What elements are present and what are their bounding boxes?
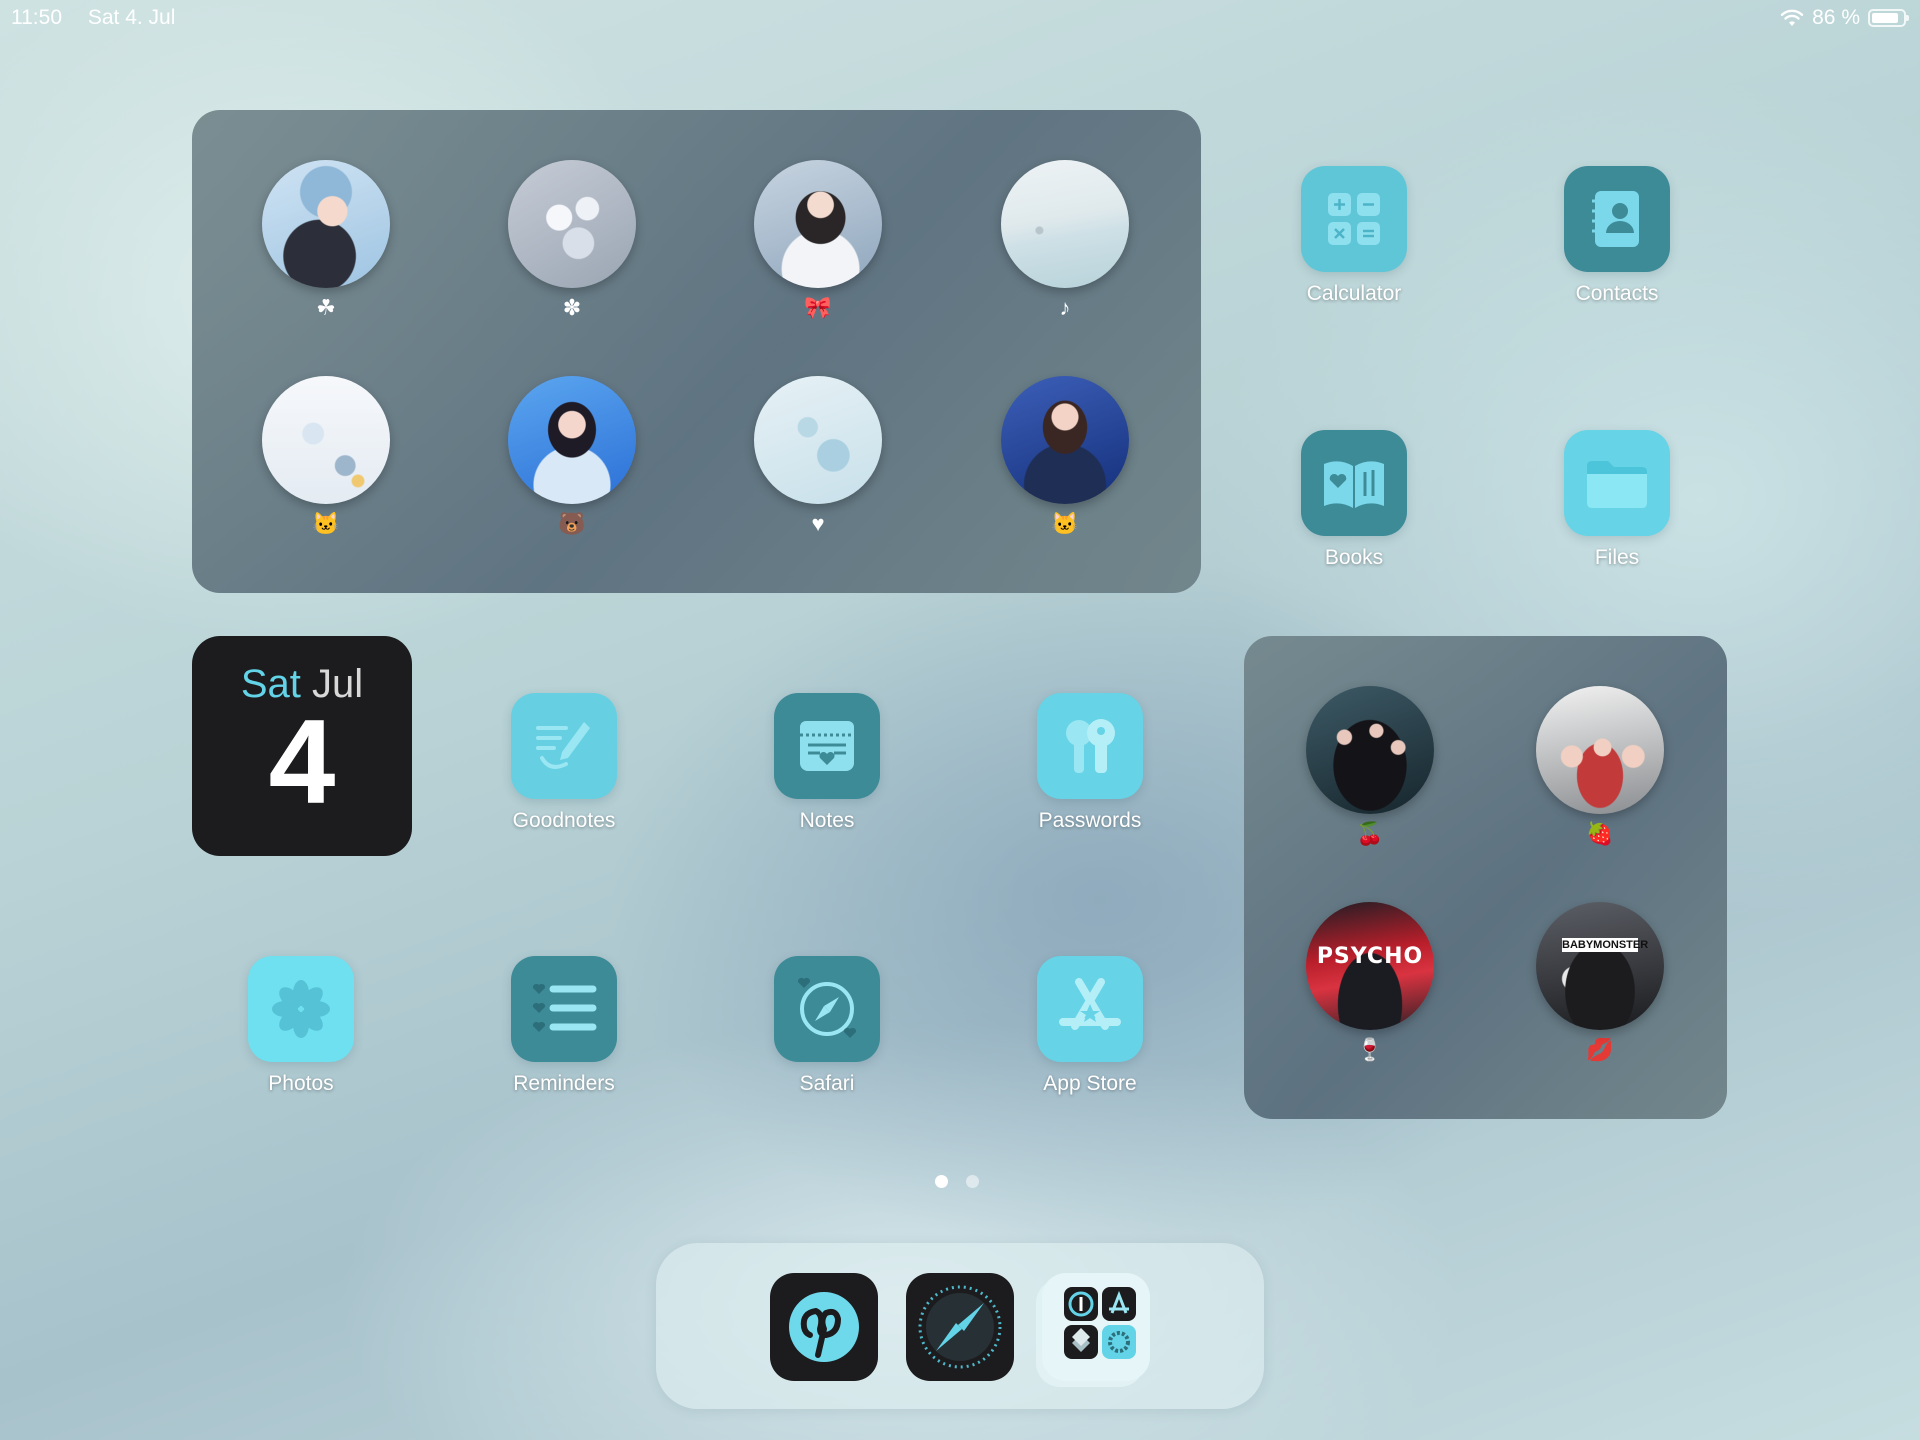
key-icon [1037,693,1143,799]
photo-caption-emoji: 🐱 [312,511,340,536]
app-contacts[interactable]: Contacts [1527,166,1707,306]
page-dot[interactable] [935,1175,948,1188]
app-label: Reminders [513,1072,615,1095]
dock-app-safari[interactable] [906,1273,1014,1381]
notes-icon [774,693,880,799]
app-reminders[interactable]: Reminders [474,956,654,1096]
status-time: 11:50 [11,6,62,29]
photo-caption-emoji: 🐻 [558,511,586,536]
wifi-icon [1780,9,1804,26]
app-passwords[interactable]: Passwords [1000,693,1180,833]
photo-overlay-text: BABYMONSTER [1562,938,1649,952]
battery-icon [1868,9,1909,27]
photo-thumbnail [1536,686,1664,814]
photo-caption-emoji: 💋 [1586,1037,1614,1062]
widget-photo[interactable]: ♥ [754,376,882,536]
app-files[interactable]: Files [1527,430,1707,570]
status-bar: 11:50 Sat 4. Jul 86 % [0,0,1920,36]
photo-thumbnail [508,160,636,288]
widget-photo[interactable]: PSYCHO 🍷 [1306,902,1434,1062]
calendar-widget[interactable]: Sat Jul 4 [192,636,412,856]
widget-photo[interactable]: ♪ [1001,160,1129,320]
app-photos[interactable]: Photos [211,956,391,1096]
app-label: Notes [799,809,855,832]
photo-thumbnail [262,376,390,504]
photo-caption-emoji: 🍷 [1356,1037,1384,1062]
battery-percent: 86 % [1812,6,1860,29]
photo-caption-emoji: 🎀 [804,295,832,320]
photos-icon [248,956,354,1062]
calculator-icon [1301,166,1407,272]
photo-caption-emoji: ☘ [316,295,336,320]
app-label: Contacts [1575,282,1659,305]
photo-thumbnail [1001,160,1129,288]
app-label: Photos [268,1072,334,1095]
widget-photo[interactable]: 🍒 [1306,686,1434,846]
appstore-icon [1037,956,1143,1062]
dock [656,1243,1264,1409]
app-books[interactable]: Books [1264,430,1444,570]
widget-photo[interactable]: 🎀 [754,160,882,320]
compass-icon [918,1285,1002,1369]
photo-caption-emoji: ♥ [811,511,825,536]
compass-icon [774,956,880,1062]
widget-photo[interactable]: 🐱 [1001,376,1129,536]
app-label: Books [1324,546,1384,569]
books-icon [1301,430,1407,536]
photo-overlay-text: PSYCHO [1316,944,1424,969]
dock-folder[interactable] [1042,1273,1150,1381]
page-indicator[interactable] [935,1175,979,1188]
widget-photo[interactable]: 🐻 [508,376,636,536]
photo-thumbnail: BABYMONSTER [1536,902,1664,1030]
photo-caption-emoji: ✽ [562,295,582,320]
app-calculator[interactable]: Calculator [1264,166,1444,306]
photo-caption-emoji: 🍒 [1356,821,1384,846]
app-label: Passwords [1038,809,1142,832]
widget-photo[interactable]: ✽ [508,160,636,320]
folder-grid-icon [1064,1287,1136,1359]
app-label: Calculator [1306,282,1402,305]
calendar-day: 4 [268,695,336,829]
photo-thumbnail [754,160,882,288]
app-goodnotes[interactable]: Goodnotes [474,693,654,833]
dock-app-pinterest[interactable] [770,1273,878,1381]
contacts-icon [1564,166,1670,272]
pinterest-icon [789,1292,859,1362]
widget-photo[interactable]: ☘ [262,160,390,320]
status-date: Sat 4. Jul [87,6,176,29]
app-label: Safari [799,1072,855,1095]
photo-thumbnail [754,376,882,504]
photo-caption-emoji: 🐱 [1051,511,1079,536]
folder-icon [1564,430,1670,536]
app-app-store[interactable]: App Store [1000,956,1180,1096]
goodnotes-icon [511,693,617,799]
photo-thumbnail [1001,376,1129,504]
app-safari[interactable]: Safari [737,956,917,1096]
app-notes[interactable]: Notes [737,693,917,833]
widget-photo[interactable]: 🍓 [1536,686,1664,846]
photo-thumbnail [508,376,636,504]
photo-thumbnail [1306,686,1434,814]
app-label: Files [1594,546,1640,569]
widget-photo[interactable]: BABYMONSTER 💋 [1536,902,1664,1062]
photo-caption-emoji: ♪ [1059,295,1071,320]
photo-thumbnail [262,160,390,288]
photo-caption-emoji: 🍓 [1586,821,1614,846]
app-label: App Store [1043,1072,1137,1095]
app-label: Goodnotes [512,809,616,832]
page-dot[interactable] [966,1175,979,1188]
photo-widget-right[interactable]: 🍒 🍓 PSYCHO 🍷 BABYMONSTER 💋 [1244,636,1727,1119]
photo-widget-top[interactable]: ☘ ✽ 🎀 ♪ 🐱 🐻 ♥ 🐱 [192,110,1201,593]
photo-thumbnail: PSYCHO [1306,902,1434,1030]
reminders-icon [511,956,617,1062]
widget-photo[interactable]: 🐱 [262,376,390,536]
